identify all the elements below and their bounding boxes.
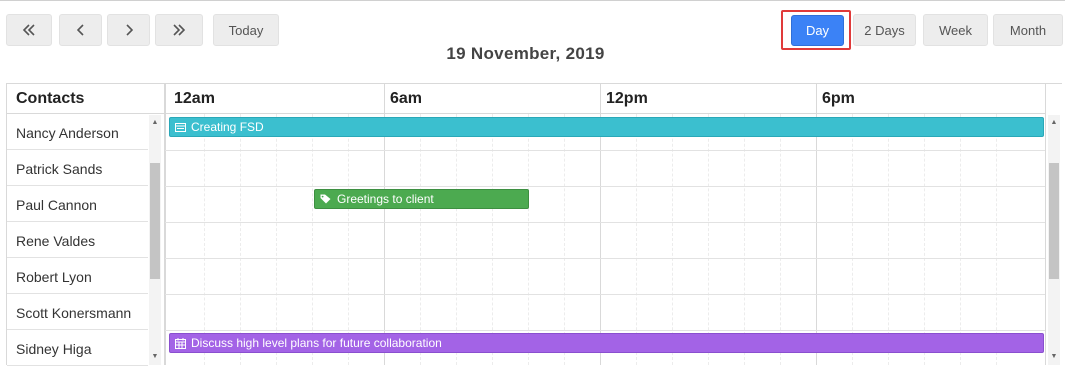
scroll-down-arrow-icon[interactable]: ▼ xyxy=(149,351,161,363)
grid-line xyxy=(348,114,349,365)
grid-line xyxy=(636,114,637,365)
timeline-scrollbar[interactable]: ▲ ▼ xyxy=(1048,115,1060,365)
row-line xyxy=(165,330,1045,331)
grid-line xyxy=(564,114,565,365)
grid-line xyxy=(420,114,421,365)
timeline-area: 12am 6am 12pm 6pm Creating FSD Greetings… xyxy=(165,84,1062,365)
scheduler-grid: Contacts Nancy Anderson Patrick Sands Pa… xyxy=(6,83,1062,366)
time-label-6am: 6am xyxy=(390,90,423,107)
event-title: Creating FSD xyxy=(191,120,264,134)
grid-line xyxy=(744,114,745,365)
time-label-12am: 12am xyxy=(174,90,215,107)
contact-row[interactable]: Sidney Higa xyxy=(7,330,148,366)
contacts-scrollbar[interactable]: ▲ ▼ xyxy=(149,115,161,365)
event-creating-fsd[interactable]: Creating FSD xyxy=(169,117,1044,137)
scrollbar-thumb[interactable] xyxy=(1049,163,1059,279)
grid-line xyxy=(492,114,493,365)
grid-line xyxy=(996,114,997,365)
today-button[interactable]: Today xyxy=(213,14,279,46)
grid-line xyxy=(924,114,925,365)
scroll-up-arrow-icon[interactable]: ▲ xyxy=(1048,117,1060,129)
chevron-right-icon xyxy=(125,24,133,36)
tag-icon xyxy=(320,194,332,204)
contacts-header: Contacts xyxy=(7,84,166,114)
scroll-up-arrow-icon[interactable]: ▲ xyxy=(149,117,161,129)
event-title: Discuss high level plans for future coll… xyxy=(191,336,442,350)
contacts-column: Contacts Nancy Anderson Patrick Sands Pa… xyxy=(6,84,166,366)
grid-line xyxy=(708,114,709,365)
last-button[interactable] xyxy=(155,14,203,46)
grid-line xyxy=(528,114,529,365)
row-line xyxy=(165,150,1045,151)
next-button[interactable] xyxy=(107,14,150,46)
two-days-view-button[interactable]: 2 Days xyxy=(853,14,916,46)
event-greetings-to-client[interactable]: Greetings to client xyxy=(314,189,529,209)
double-chevron-left-icon xyxy=(22,24,35,36)
contact-row[interactable]: Patrick Sands xyxy=(7,150,148,186)
grid-line xyxy=(204,114,205,365)
contact-row[interactable]: Rene Valdes xyxy=(7,222,148,258)
grid-line xyxy=(165,84,166,365)
grid-line xyxy=(852,114,853,365)
month-view-button[interactable]: Month xyxy=(993,14,1063,46)
grid-line xyxy=(888,114,889,365)
first-button[interactable] xyxy=(6,14,52,46)
day-view-button[interactable]: Day xyxy=(791,15,844,46)
scrollbar-thumb[interactable] xyxy=(150,163,160,279)
double-chevron-right-icon xyxy=(173,24,186,36)
chevron-left-icon xyxy=(76,24,84,36)
contact-row[interactable]: Nancy Anderson xyxy=(7,114,148,150)
time-label-6pm: 6pm xyxy=(822,90,855,107)
row-line xyxy=(165,186,1045,187)
event-title: Greetings to client xyxy=(337,192,434,206)
date-title: 19 November, 2019 xyxy=(446,44,605,63)
grid-line xyxy=(1045,84,1046,365)
grid-line xyxy=(240,114,241,365)
row-line xyxy=(165,294,1045,295)
week-view-button[interactable]: Week xyxy=(923,14,988,46)
grid-line xyxy=(276,114,277,365)
timeline-header: 12am 6am 12pm 6pm xyxy=(165,84,1045,114)
grid-line xyxy=(672,114,673,365)
grid-line xyxy=(456,114,457,365)
top-border xyxy=(0,0,1065,1)
calendar-icon xyxy=(175,337,186,349)
card-icon xyxy=(175,122,186,132)
grid-line xyxy=(780,114,781,365)
row-line xyxy=(165,222,1045,223)
grid-line xyxy=(960,114,961,365)
event-discuss-plans[interactable]: Discuss high level plans for future coll… xyxy=(169,333,1044,353)
row-line xyxy=(165,258,1045,259)
time-label-12pm: 12pm xyxy=(606,90,648,107)
contact-row[interactable]: Paul Cannon xyxy=(7,186,148,222)
scroll-down-arrow-icon[interactable]: ▼ xyxy=(1048,351,1060,363)
contact-row[interactable]: Robert Lyon xyxy=(7,258,148,294)
previous-button[interactable] xyxy=(59,14,102,46)
grid-line xyxy=(312,114,313,365)
contact-row[interactable]: Scott Konersmann xyxy=(7,294,148,330)
